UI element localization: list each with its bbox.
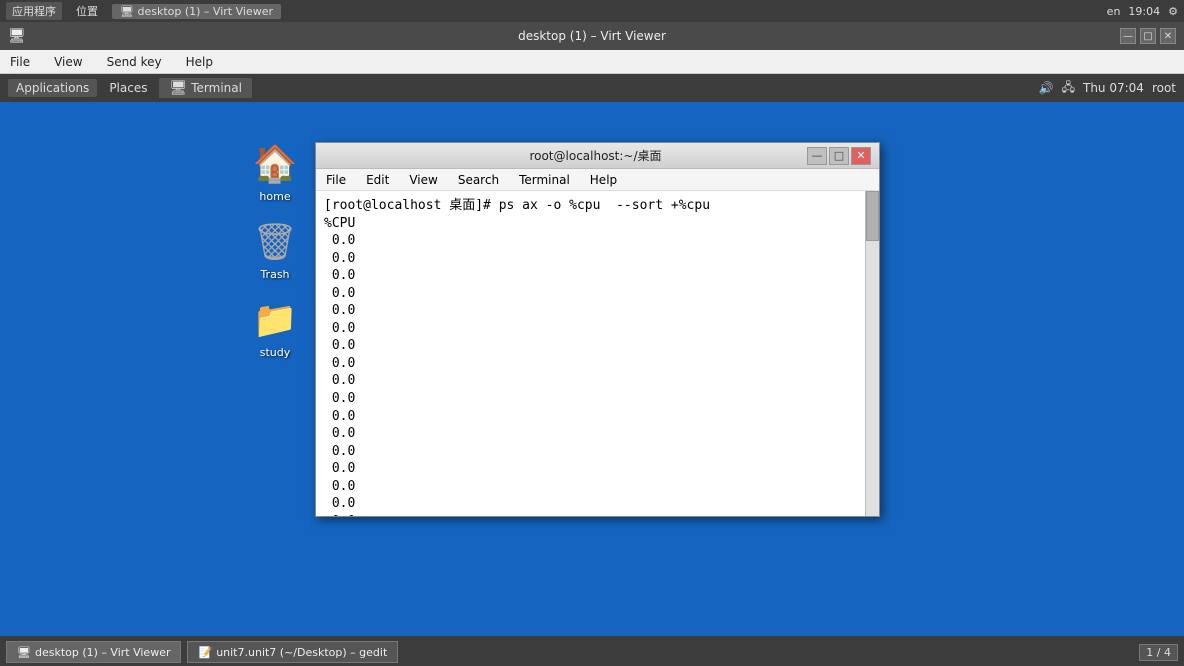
terminal-tab-label: Terminal — [191, 81, 242, 95]
terminal-menu-view[interactable]: View — [403, 172, 443, 188]
host-taskbar-gedit-icon: 📝 — [198, 646, 212, 659]
virt-viewer-title: desktop (1) – Virt Viewer — [518, 29, 666, 43]
host-topbar-left: 应用程序 位置 🖥 desktop (1) – Virt Viewer — [6, 2, 281, 20]
host-taskbar-virt-label: desktop (1) – Virt Viewer — [35, 646, 171, 659]
host-window-indicator: 🖥 desktop (1) – Virt Viewer — [112, 4, 281, 19]
host-app-menu[interactable]: 应用程序 — [6, 2, 62, 20]
virt-viewer-window: 🖥 desktop (1) – Virt Viewer — □ ✕ File V… — [0, 22, 1184, 666]
terminal-window: root@localhost:~/桌面 — □ ✕ File Edit View… — [315, 142, 880, 517]
home-icon: 🏠 — [251, 140, 299, 188]
terminal-tab-icon: 🖥 — [169, 80, 187, 96]
virt-viewer-menubar: File View Send key Help — [0, 50, 1184, 74]
host-taskbar-gedit-label: unit7.unit7 (~/Desktop) – gedit — [216, 646, 387, 659]
guest-time: Thu 07:04 — [1083, 81, 1144, 95]
guest-top-panel: Applications Places 🖥 Terminal 🔊 🖧 Thu 0… — [0, 74, 1184, 102]
host-pager-display[interactable]: 1 / 4 — [1139, 644, 1178, 661]
study-folder-icon: 📁 — [251, 296, 299, 344]
virt-maximize-button[interactable]: □ — [1140, 28, 1156, 44]
guest-panel-right: 🔊 🖧 Thu 07:04 root — [1039, 78, 1176, 99]
terminal-content[interactable]: [root@localhost 桌面]# ps ax -o %cpu --sor… — [316, 191, 879, 516]
terminal-minimize-button[interactable]: — — [807, 147, 827, 165]
trash-icon-label: Trash — [260, 268, 289, 281]
virt-menu-sendkey[interactable]: Send key — [101, 53, 168, 71]
terminal-menu-terminal[interactable]: Terminal — [513, 172, 576, 188]
guest-network-icon[interactable]: 🖧 — [1062, 78, 1075, 99]
host-taskbar-virt-viewer[interactable]: 🖥 desktop (1) – Virt Viewer — [6, 641, 181, 663]
guest-volume-icon[interactable]: 🔊 — [1039, 81, 1054, 95]
terminal-title: root@localhost:~/桌面 — [384, 147, 807, 164]
host-bottombar: 🖥 desktop (1) – Virt Viewer 📝 unit7.unit… — [0, 638, 1184, 666]
virt-close-button[interactable]: ✕ — [1160, 28, 1176, 44]
virt-minimize-button[interactable]: — — [1120, 28, 1136, 44]
host-time: 19:04 — [1128, 5, 1160, 18]
host-taskbar-gedit[interactable]: 📝 unit7.unit7 (~/Desktop) – gedit — [187, 641, 398, 663]
terminal-titlebar: root@localhost:~/桌面 — □ ✕ — [316, 143, 879, 169]
terminal-scrollbar-thumb[interactable] — [866, 191, 879, 241]
desktop-icon-trash[interactable]: 🗑 Trash — [235, 214, 315, 285]
terminal-menubar: File Edit View Search Terminal Help — [316, 169, 879, 191]
terminal-scrollbar[interactable] — [865, 191, 879, 516]
terminal-maximize-button[interactable]: □ — [829, 147, 849, 165]
virt-viewer-titlebar: 🖥 desktop (1) – Virt Viewer — □ ✕ — [0, 22, 1184, 50]
trash-icon: 🗑 — [251, 218, 299, 266]
desktop-icon-study[interactable]: 📁 study — [235, 292, 315, 363]
guest-user: root — [1152, 81, 1176, 95]
guest-panel-left: Applications Places 🖥 Terminal — [8, 78, 252, 98]
host-places-menu[interactable]: 位置 — [70, 2, 104, 20]
guest-applications-menu[interactable]: Applications — [8, 79, 97, 97]
host-settings-icon[interactable]: ⚙ — [1168, 5, 1178, 18]
terminal-menu-edit[interactable]: Edit — [360, 172, 395, 188]
desktop-icon-home[interactable]: 🏠 home — [235, 136, 315, 207]
guest-terminal-tab[interactable]: 🖥 Terminal — [159, 78, 252, 98]
terminal-menu-help[interactable]: Help — [584, 172, 623, 188]
terminal-close-button[interactable]: ✕ — [851, 147, 871, 165]
virt-titlebar-icon: 🖥 — [8, 28, 26, 44]
study-icon-label: study — [260, 346, 291, 359]
host-pager: 1 / 4 — [1139, 644, 1178, 661]
locale-indicator: en — [1107, 5, 1121, 18]
virt-menu-help[interactable]: Help — [180, 53, 219, 71]
virt-menu-file[interactable]: File — [4, 53, 36, 71]
host-topbar: 应用程序 位置 🖥 desktop (1) – Virt Viewer en 1… — [0, 0, 1184, 22]
virt-viewer-window-buttons: — □ ✕ — [1120, 28, 1176, 44]
guest-desktop: Applications Places 🖥 Terminal 🔊 🖧 Thu 0… — [0, 74, 1184, 666]
guest-places-menu[interactable]: Places — [101, 79, 155, 97]
terminal-output: [root@localhost 桌面]# ps ax -o %cpu --sor… — [324, 197, 871, 516]
terminal-menu-search[interactable]: Search — [452, 172, 505, 188]
host-taskbar-virt-icon: 🖥 — [17, 646, 31, 659]
virt-menu-view[interactable]: View — [48, 53, 88, 71]
terminal-window-buttons: — □ ✕ — [807, 147, 871, 165]
host-topbar-right: en 19:04 ⚙ — [1107, 5, 1178, 18]
home-icon-label: home — [259, 190, 290, 203]
terminal-menu-file[interactable]: File — [320, 172, 352, 188]
